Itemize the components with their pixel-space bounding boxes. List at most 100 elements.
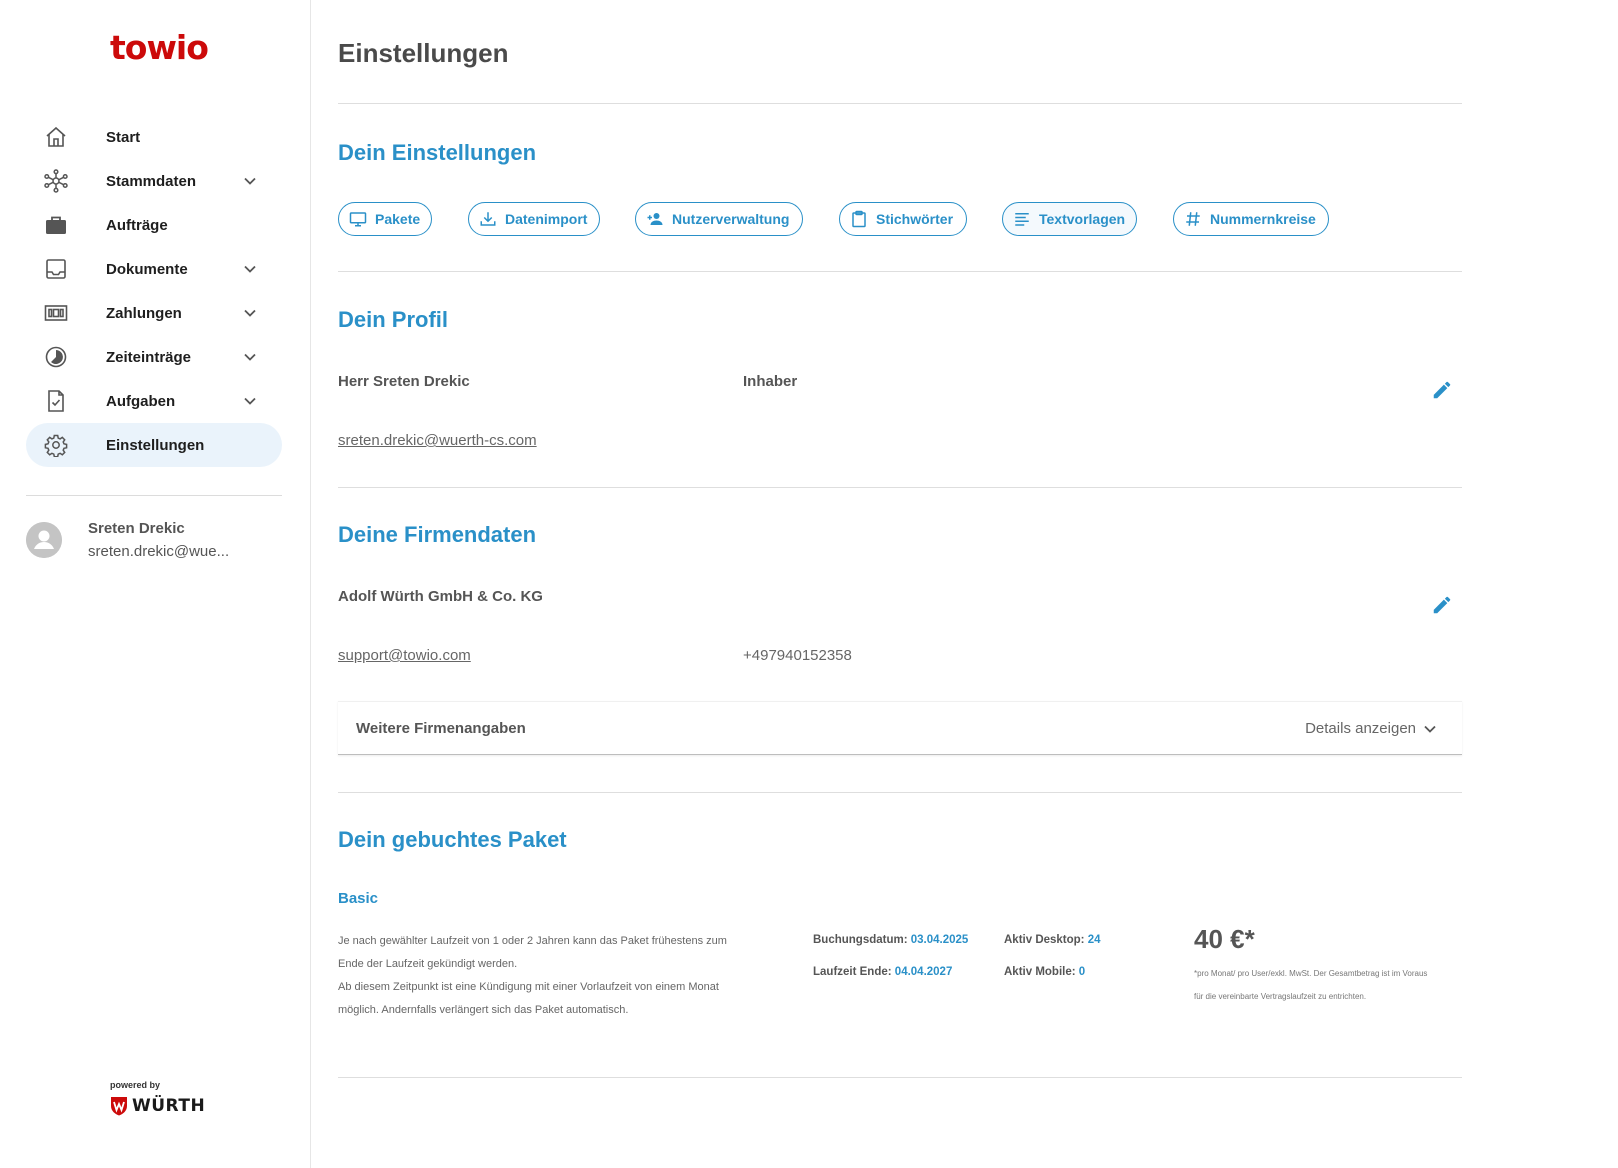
chevron-down-icon[interactable] — [242, 173, 258, 189]
briefcase-icon — [44, 213, 68, 237]
monitor-icon — [349, 212, 367, 227]
booking-date-label: Buchungsdatum: — [813, 934, 908, 946]
stichwoerter-label: Stichwörter — [876, 211, 954, 227]
sidebar-item-dokumente[interactable]: Dokumente — [26, 247, 282, 291]
sidebar-item-label: Einstellungen — [106, 436, 205, 454]
user-email: sreten.drekic@wue... — [88, 543, 230, 560]
chevron-down-icon — [1424, 725, 1436, 733]
package-note-line: Ab diesem Zeitpunkt ist eine Kündigung m… — [338, 981, 719, 993]
stichwoerter-button[interactable]: Stichwörter — [839, 202, 967, 236]
chevron-down-icon[interactable] — [242, 349, 258, 365]
powered-by-label: powered by — [110, 1080, 161, 1090]
price-note-line: für die vereinbarte Vertragslaufzeit zu … — [1194, 992, 1367, 1001]
settings-section-title: Dein Einstellungen — [338, 140, 537, 165]
nutzerverwaltung-button[interactable]: Nutzerverwaltung — [635, 202, 803, 236]
package-note-line: möglich. Andernfalls verlängert sich das… — [338, 1004, 629, 1016]
towio-logo[interactable]: towio — [110, 28, 209, 67]
package-price: 40 €* — [1194, 924, 1255, 954]
gear-icon — [44, 433, 68, 457]
download-icon — [480, 212, 496, 226]
edit-profile-button[interactable] — [1431, 379, 1453, 401]
pakete-label: Pakete — [375, 211, 421, 227]
user-profile[interactable]: Sreten Drekic sreten.drekic@wue... — [26, 520, 286, 566]
wurth-wordmark: WÜRTH — [132, 1096, 206, 1116]
sidebar: towio Start Stammdaten Aufträge Dokument… — [0, 0, 311, 1168]
divider — [338, 792, 1462, 793]
wurth-logo: WÜRTH — [110, 1094, 205, 1118]
sidebar-item-label: Aufträge — [106, 216, 168, 234]
nutzerverwaltung-label: Nutzerverwaltung — [672, 211, 790, 227]
profile-name: Herr Sreten Drekic — [338, 373, 470, 390]
clock-icon — [44, 345, 68, 369]
show-details-label: Details anzeigen — [1305, 720, 1416, 737]
network-icon — [44, 169, 68, 193]
active-mobile-label: Aktiv Mobile: — [1004, 966, 1076, 978]
page-title: Einstellungen — [338, 38, 509, 68]
avatar — [26, 522, 62, 558]
main-nav: Start Stammdaten Aufträge Dokumente Zahl… — [26, 115, 282, 467]
sidebar-item-label: Stammdaten — [106, 172, 197, 190]
profile-section-title: Dein Profil — [338, 307, 449, 332]
price-note-line: *pro Monat/ pro User/exkl. MwSt. Der Ges… — [1194, 969, 1428, 978]
more-company-info-expander[interactable]: Weitere Firmenangaben Details anzeigen — [338, 701, 1462, 755]
term-end: Laufzeit Ende: 04.04.2027 — [813, 966, 952, 978]
pencil-icon — [1433, 596, 1451, 614]
sidebar-item-label: Zeiteinträge — [106, 348, 192, 366]
hash-icon — [1186, 212, 1200, 226]
active-desktop-label: Aktiv Desktop: — [1004, 934, 1085, 946]
money-icon — [44, 301, 68, 325]
nummernkreise-button[interactable]: Nummernkreise — [1173, 202, 1329, 236]
chevron-down-icon[interactable] — [242, 305, 258, 321]
sidebar-item-label: Start — [106, 128, 141, 146]
chevron-down-icon[interactable] — [242, 393, 258, 409]
sidebar-item-auftraege[interactable]: Aufträge — [26, 203, 282, 247]
divider — [338, 103, 1462, 104]
sidebar-item-stammdaten[interactable]: Stammdaten — [26, 159, 282, 203]
sidebar-item-einstellungen[interactable]: Einstellungen — [26, 423, 282, 467]
profile-email-link[interactable]: sreten.drekic@wuerth-cs.com — [338, 432, 537, 449]
company-email-link[interactable]: support@towio.com — [338, 647, 471, 664]
pakete-button[interactable]: Pakete — [338, 202, 432, 236]
sidebar-item-aufgaben[interactable]: Aufgaben — [26, 379, 282, 423]
sidebar-item-zeiteintraege[interactable]: Zeiteinträge — [26, 335, 282, 379]
home-icon — [44, 125, 68, 149]
term-end-label: Laufzeit Ende: — [813, 966, 892, 978]
booking-date: Buchungsdatum: 03.04.2025 — [813, 934, 968, 946]
sidebar-item-label: Dokumente — [106, 260, 188, 278]
user-name: Sreten Drekic — [88, 520, 185, 537]
sidebar-item-label: Zahlungen — [106, 304, 182, 322]
package-section-title: Dein gebuchtes Paket — [338, 827, 567, 852]
active-desktop-value: 24 — [1087, 934, 1101, 946]
inbox-icon — [44, 257, 68, 281]
booking-date-value: 03.04.2025 — [910, 934, 969, 946]
active-mobile-value: 0 — [1078, 966, 1086, 978]
nummernkreise-label: Nummernkreise — [1210, 211, 1316, 227]
show-details-button[interactable]: Details anzeigen — [1305, 720, 1438, 737]
sidebar-item-start[interactable]: Start — [26, 115, 282, 159]
company-name: Adolf Würth GmbH & Co. KG — [338, 588, 543, 605]
active-desktop: Aktiv Desktop: 24 — [1004, 934, 1101, 946]
task-icon — [44, 389, 68, 413]
chevron-down-icon[interactable] — [242, 261, 258, 277]
sidebar-item-label: Aufgaben — [106, 392, 176, 410]
profile-role: Inhaber — [743, 373, 798, 390]
divider — [338, 271, 1462, 272]
package-note-line: Ende der Laufzeit gekündigt werden. — [338, 958, 518, 970]
package-note-line: Je nach gewählter Laufzeit von 1 oder 2 … — [338, 935, 727, 947]
datenimport-button[interactable]: Datenimport — [468, 202, 600, 236]
price-note: *pro Monat/ pro User/exkl. MwSt. Der Ges… — [1194, 962, 1462, 1008]
datenimport-label: Datenimport — [505, 211, 588, 227]
package-name: Basic — [338, 890, 379, 907]
divider — [338, 487, 1462, 488]
term-end-value: 04.04.2027 — [894, 966, 953, 978]
more-company-info-label: Weitere Firmenangaben — [356, 720, 526, 737]
wurth-emblem-icon — [111, 1097, 127, 1116]
edit-company-button[interactable] — [1431, 594, 1453, 616]
textvorlagen-button[interactable]: Textvorlagen — [1002, 202, 1137, 236]
clipboard-icon — [852, 210, 866, 228]
company-section-title: Deine Firmendaten — [338, 522, 537, 547]
textvorlagen-label: Textvorlagen — [1039, 211, 1126, 227]
active-mobile: Aktiv Mobile: 0 — [1004, 966, 1085, 978]
divider — [338, 1077, 1462, 1078]
sidebar-item-zahlungen[interactable]: Zahlungen — [26, 291, 282, 335]
